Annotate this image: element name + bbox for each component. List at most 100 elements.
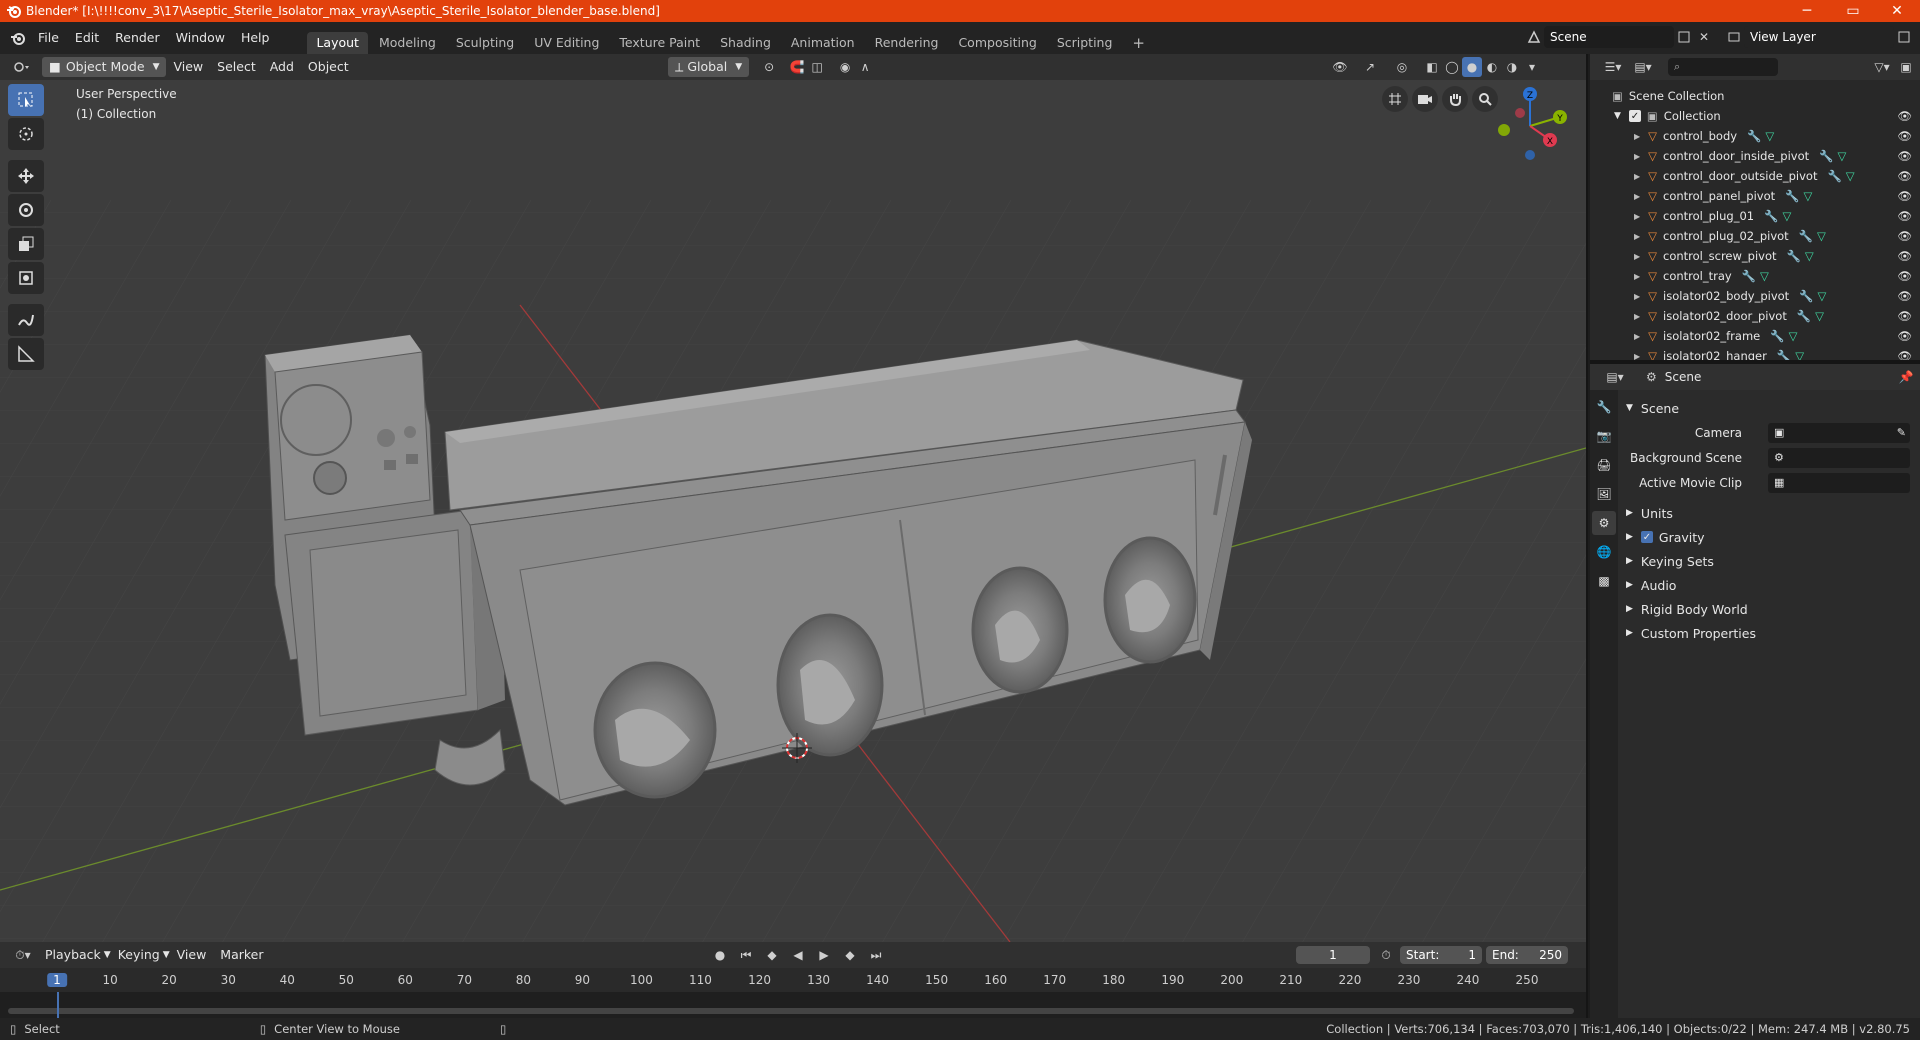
orientation-dropdown[interactable]: ⟂ Global ▼ (668, 57, 750, 77)
tab-compositing[interactable]: Compositing (949, 32, 1045, 54)
chevron-right-icon[interactable]: ▶ (1634, 292, 1640, 301)
proportional-edit-icon[interactable]: ◉ (835, 57, 855, 77)
tab-animation[interactable]: Animation (782, 32, 864, 54)
texture-tab-icon[interactable]: ▩ (1592, 569, 1616, 593)
tab-shading[interactable]: Shading (711, 32, 780, 54)
mesh-data-icon[interactable]: ▽ (1815, 309, 1824, 323)
eye-icon[interactable]: 👁 (1897, 109, 1912, 123)
remove-view-layer-icon[interactable]: ✕ (1914, 27, 1920, 47)
chevron-right-icon[interactable]: ▶ (1634, 272, 1640, 281)
background-scene-field[interactable]: ⚙ (1768, 447, 1910, 468)
chevron-right-icon[interactable]: ▶ (1634, 352, 1640, 361)
blender-menu-icon[interactable] (6, 28, 30, 48)
timeline-scrollbar[interactable] (8, 1008, 1574, 1014)
camera-view-icon[interactable] (1412, 86, 1438, 112)
mesh-data-icon[interactable]: ▽ (1782, 209, 1791, 223)
outliner[interactable]: ▣ Scene Collection ▼ ✓ ▣ Collection 👁 ▶ ▽… (1590, 80, 1920, 360)
collection-row[interactable]: ▼ ✓ ▣ Collection 👁 (1590, 106, 1920, 126)
overlay-toggle-icon[interactable]: ◎ (1392, 57, 1412, 77)
eye-icon[interactable]: 👁 (1897, 289, 1912, 303)
jump-start-icon[interactable]: ⏮ (736, 945, 756, 965)
remove-scene-icon[interactable]: ✕ (1694, 27, 1714, 47)
modifier-icon[interactable]: 🔧 (1770, 329, 1784, 343)
modifier-icon[interactable]: 🔧 (1799, 229, 1813, 243)
modifier-icon[interactable]: 🔧 (1799, 289, 1813, 303)
snap-target-icon[interactable]: ◫ (807, 57, 827, 77)
rotate-tool[interactable] (8, 194, 44, 226)
chevron-right-icon[interactable]: ▶ (1634, 312, 1640, 321)
menu-playback[interactable]: Playback (38, 945, 108, 965)
snap-icon[interactable]: 🧲 (787, 57, 807, 77)
tab-rendering[interactable]: Rendering (866, 32, 948, 54)
area-divider[interactable] (1586, 54, 1588, 1018)
mesh-data-icon[interactable]: ▽ (1805, 249, 1814, 263)
modifier-icon[interactable]: 🔧 (1797, 309, 1811, 323)
tab-uv-editing[interactable]: UV Editing (525, 32, 608, 54)
move-tool[interactable] (8, 160, 44, 192)
prev-keyframe-icon[interactable]: ◆ (762, 945, 782, 965)
eye-icon[interactable]: 👁 (1897, 209, 1912, 223)
minimize-button[interactable]: ─ (1784, 0, 1830, 22)
visibility-icon[interactable]: 👁 (1330, 57, 1350, 77)
modifier-icon[interactable]: 🔧 (1819, 149, 1833, 163)
modifier-icon[interactable]: 🔧 (1785, 189, 1799, 203)
shading-options-icon[interactable]: ▾ (1522, 57, 1542, 77)
tab-modeling[interactable]: Modeling (370, 32, 445, 54)
falloff-icon[interactable]: ∧ (855, 57, 875, 77)
start-frame-field[interactable]: Start: 1 (1400, 946, 1482, 964)
pin-icon[interactable]: 📌 (1896, 367, 1916, 387)
modifier-icon[interactable]: 🔧 (1764, 209, 1778, 223)
measure-tool[interactable] (8, 338, 44, 370)
rigid-body-world-section-header[interactable]: ▶ Rigid Body World (1618, 597, 1920, 621)
mesh-data-icon[interactable]: ▽ (1803, 189, 1812, 203)
display-mode-icon[interactable]: ▤▾ (1628, 57, 1658, 77)
tool-tab-icon[interactable]: 🔧 (1592, 395, 1616, 419)
timeline-ruler[interactable]: 1 10 20 30 40 50 60 70 80 90 100 110 120 130 140 150 160… (0, 968, 1586, 992)
eyedropper-icon[interactable]: ✎ (1897, 426, 1906, 439)
outliner-object-row[interactable]: ▶ ▽ control_body 🔧 ▽ 👁 (1590, 126, 1920, 146)
menu-help[interactable]: Help (233, 27, 278, 49)
mesh-data-icon[interactable]: ▽ (1837, 149, 1846, 163)
maximize-button[interactable]: ▭ (1830, 0, 1876, 22)
chevron-right-icon[interactable]: ▶ (1634, 332, 1640, 341)
menu-select[interactable]: Select (210, 57, 263, 77)
scene-collection-row[interactable]: ▣ Scene Collection (1590, 86, 1920, 106)
properties-editor-type-icon[interactable]: ▤▾ (1600, 367, 1630, 387)
modifier-icon[interactable]: 🔧 (1747, 129, 1761, 143)
expand-chevron-icon[interactable]: ▼ (1614, 111, 1621, 121)
editor-type-icon[interactable] (6, 57, 38, 77)
menu-marker[interactable]: Marker (213, 945, 270, 965)
pan-hand-icon[interactable] (1442, 86, 1468, 112)
mesh-data-icon[interactable]: ▽ (1846, 169, 1855, 183)
cursor-tool[interactable] (8, 118, 44, 150)
rendered-shading-icon[interactable]: ◑ (1502, 57, 1522, 77)
eye-icon[interactable]: 👁 (1897, 249, 1912, 263)
new-view-layer-icon[interactable] (1894, 27, 1914, 47)
chevron-right-icon[interactable]: ▶ (1634, 212, 1640, 221)
mesh-data-icon[interactable]: ▽ (1789, 329, 1798, 343)
gravity-section-header[interactable]: ▶ ✓ Gravity (1618, 525, 1920, 549)
eye-icon[interactable]: 👁 (1897, 169, 1912, 183)
outliner-object-row[interactable]: ▶ ▽ control_door_inside_pivot 🔧 ▽ 👁 (1590, 146, 1920, 166)
pivot-point-icon[interactable]: ⊙ (759, 57, 779, 77)
menu-window[interactable]: Window (168, 27, 233, 49)
ortho-toggle-icon[interactable] (1382, 86, 1408, 112)
outliner-object-row[interactable]: ▶ ▽ control_screw_pivot 🔧 ▽ 👁 (1590, 246, 1920, 266)
solid-shading-icon[interactable]: ● (1462, 57, 1482, 77)
jump-end-icon[interactable]: ⏭ (866, 945, 886, 965)
outliner-object-row[interactable]: ▶ ▽ isolator02_hanger 🔧 ▽ 👁 (1590, 346, 1920, 360)
mesh-data-icon[interactable]: ▽ (1817, 229, 1826, 243)
outliner-object-row[interactable]: ▶ ▽ control_plug_02_pivot 🔧 ▽ 👁 (1590, 226, 1920, 246)
menu-file[interactable]: File (30, 27, 67, 49)
new-scene-icon[interactable] (1674, 27, 1694, 47)
mesh-data-icon[interactable]: ▽ (1818, 289, 1827, 303)
end-frame-field[interactable]: End: 250 (1486, 946, 1568, 964)
outliner-object-row[interactable]: ▶ ▽ isolator02_frame 🔧 ▽ 👁 (1590, 326, 1920, 346)
timeline-editor-type-icon[interactable]: ⏱▾ (8, 945, 38, 965)
menu-view[interactable]: View (170, 945, 214, 965)
eye-icon[interactable]: 👁 (1897, 129, 1912, 143)
outliner-object-row[interactable]: ▶ ▽ isolator02_body_pivot 🔧 ▽ 👁 (1590, 286, 1920, 306)
current-frame-field[interactable]: 1 (1296, 946, 1370, 964)
gizmo-toggle-icon[interactable]: ↗ (1360, 57, 1380, 77)
eye-icon[interactable]: 👁 (1897, 229, 1912, 243)
